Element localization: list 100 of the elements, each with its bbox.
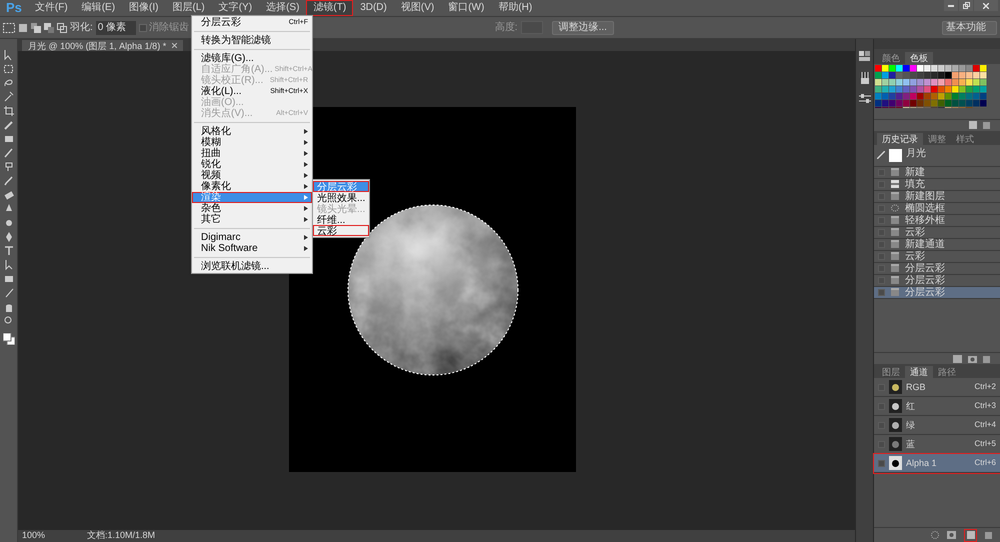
- color-swatches-drawing[interactable]: [875, 65, 987, 108]
- channel-row[interactable]: 绿 Ctrl+4: [874, 416, 1000, 436]
- menu-item[interactable]: 3D(D): [353, 0, 394, 16]
- marquee-tool-icon[interactable]: [3, 22, 15, 32]
- document-icon: [891, 264, 899, 272]
- menu-item[interactable]: 转换为智能滤镜: [192, 35, 312, 46]
- history-item[interactable]: 分层云彩: [874, 262, 1000, 275]
- close-icon[interactable]: [172, 43, 178, 48]
- trash-icon[interactable]: [985, 531, 992, 540]
- document-icon: [891, 228, 899, 236]
- intersect-selection-icon[interactable]: [57, 22, 67, 32]
- menu-item[interactable]: 其它: [192, 214, 312, 225]
- submenu-arrow-icon: [304, 140, 308, 145]
- menu-item[interactable]: 渲染: [192, 192, 312, 203]
- history-item[interactable]: 新建图层: [874, 190, 1000, 203]
- menu-item[interactable]: 分层云彩: [313, 181, 369, 192]
- history-item[interactable]: 填充: [874, 178, 1000, 191]
- menu-item[interactable]: 文字(Y): [212, 0, 260, 16]
- menu-item[interactable]: 图像(I): [122, 0, 166, 16]
- new-selection-icon[interactable]: [18, 22, 28, 32]
- refine-edge-button[interactable]: 调整边缘...: [552, 20, 614, 34]
- menu-item[interactable]: 风格化: [192, 126, 312, 137]
- document-info: 文档:1.10M/1.8M: [87, 529, 156, 542]
- history-item[interactable]: 椭圆选框: [874, 202, 1000, 215]
- menu-item[interactable]: Digimarc: [192, 232, 312, 243]
- submenu-arrow-icon: [304, 206, 308, 211]
- submenu-arrow-icon: [304, 173, 308, 178]
- panel-tab[interactable]: 调整: [923, 132, 951, 145]
- minimize-icon: [948, 4, 954, 6]
- document-icon: [891, 288, 899, 296]
- menu-item[interactable]: 帮助(H): [491, 0, 540, 16]
- document-icon: [891, 240, 899, 248]
- new-swatch-icon[interactable]: [969, 121, 977, 130]
- camera-icon[interactable]: [968, 354, 977, 363]
- app-logo: Ps: [5, 0, 23, 16]
- new-channel-button[interactable]: [964, 528, 977, 542]
- subtract-selection-icon[interactable]: [44, 22, 54, 32]
- feather-label: 羽化:: [70, 21, 93, 35]
- submenu-arrow-icon: [304, 184, 308, 189]
- menu-item[interactable]: 图层(L): [165, 0, 212, 16]
- menu-item[interactable]: Nik Software: [192, 243, 312, 254]
- history-snapshot[interactable]: 月光: [874, 144, 1000, 167]
- zoom-level[interactable]: 100%: [22, 529, 46, 542]
- trash-icon[interactable]: [983, 121, 990, 130]
- menu-item[interactable]: 光照效果...: [313, 192, 369, 203]
- menu-item[interactable]: 滤镜(T): [306, 0, 354, 16]
- brush-panel-icon[interactable]: [858, 72, 870, 84]
- panel-tab[interactable]: 色板: [905, 52, 933, 64]
- document-tab[interactable]: 月光 @ 100% (图层 1, Alpha 1/8) *: [22, 40, 184, 51]
- trash-icon[interactable]: [983, 354, 990, 363]
- ellipse-icon: [891, 204, 899, 212]
- brush-source-icon: [877, 151, 885, 160]
- panel-tab[interactable]: 通道: [905, 366, 933, 378]
- menu-item[interactable]: 视频: [192, 170, 312, 181]
- history-item[interactable]: 分层云彩: [874, 286, 1000, 299]
- submenu-arrow-icon: [304, 235, 308, 240]
- dotted-circle-icon[interactable]: [931, 531, 939, 540]
- sliders-icon[interactable]: [858, 94, 870, 104]
- history-item[interactable]: 云彩: [874, 226, 1000, 239]
- menu-item[interactable]: 纤维...: [313, 214, 369, 225]
- menu-item[interactable]: 视图(V): [394, 0, 442, 16]
- menu-item[interactable]: 扭曲: [192, 148, 312, 159]
- menu-item[interactable]: 滤镜库(G)...: [192, 53, 312, 64]
- menu-item[interactable]: 模糊: [192, 137, 312, 148]
- panel-tab[interactable]: 样式: [951, 132, 979, 145]
- workspace-dropdown[interactable]: 基本功能: [942, 20, 997, 34]
- document-icon: [891, 276, 899, 284]
- close-button[interactable]: [974, 0, 998, 11]
- menu-item[interactable]: 窗口(W): [441, 0, 492, 16]
- restore-button[interactable]: [959, 0, 973, 11]
- menu-item[interactable]: 杂色: [192, 203, 312, 214]
- submenu-arrow-icon: [304, 162, 308, 167]
- panel-tab[interactable]: 图层: [877, 366, 905, 378]
- menu-item[interactable]: 云彩: [313, 225, 369, 236]
- menu-item[interactable]: 像素化: [192, 181, 312, 192]
- menu-item[interactable]: 编辑(E): [74, 0, 122, 16]
- channel-row[interactable]: RGB Ctrl+2: [874, 378, 1000, 398]
- history-item[interactable]: 新建通道: [874, 238, 1000, 251]
- channel-row[interactable]: Alpha 1 Ctrl+6: [874, 454, 1000, 474]
- feather-field[interactable]: 0 像素: [96, 20, 136, 34]
- history-item[interactable]: 新建: [874, 166, 1000, 179]
- channel-row[interactable]: 红 Ctrl+3: [874, 397, 1000, 416]
- antialias-checkbox[interactable]: [138, 24, 147, 32]
- history-item[interactable]: 云彩: [874, 250, 1000, 263]
- history-item[interactable]: 轻移外框: [874, 214, 1000, 227]
- add-selection-icon[interactable]: [31, 22, 41, 32]
- panel-tab[interactable]: 颜色: [877, 52, 905, 64]
- panel-tab[interactable]: 路径: [933, 366, 961, 378]
- mask-icon[interactable]: [947, 531, 956, 540]
- menu-item[interactable]: 锐化: [192, 159, 312, 170]
- minimize-button[interactable]: [944, 0, 958, 11]
- new-document-icon[interactable]: [953, 354, 962, 363]
- menu-item[interactable]: 选择(S): [259, 0, 306, 16]
- submenu-arrow-icon: [304, 129, 308, 134]
- document-icon: [891, 168, 899, 176]
- panel-tab[interactable]: 历史记录: [877, 132, 923, 145]
- menu-item[interactable]: 浏览联机滤镜...: [192, 261, 312, 272]
- menu-item[interactable]: 文件(F): [28, 0, 75, 16]
- swatch-panel-icon[interactable]: [858, 51, 870, 62]
- color-swatch-icon[interactable]: [2, 333, 14, 345]
